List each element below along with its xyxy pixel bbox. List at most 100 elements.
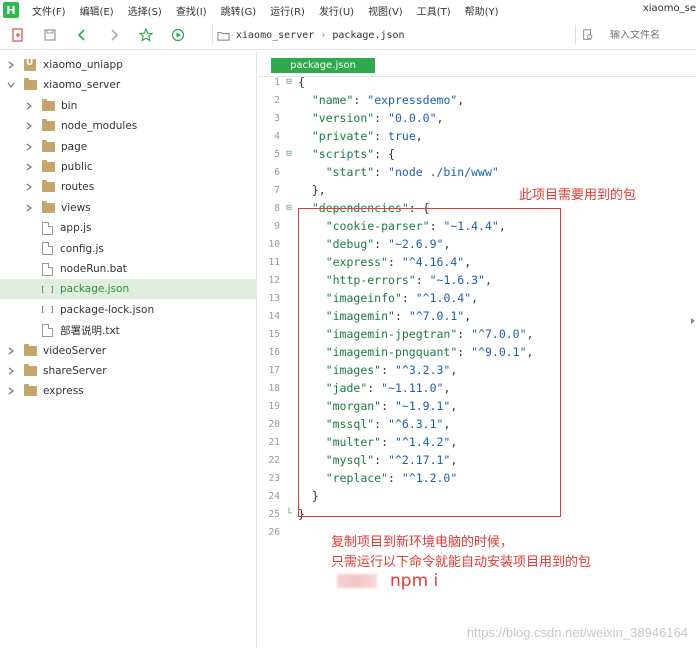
- menu-item[interactable]: 编辑(E): [73, 3, 121, 18]
- sidebar-item-label: config.js: [60, 242, 104, 255]
- folder-icon: [42, 119, 55, 132]
- line-number: 5: [274, 148, 280, 160]
- project-explorer: xiaomo_uniapp xiaomo_serverbin node_module…: [0, 51, 257, 648]
- code-line[interactable]: 4 "private": true,: [258, 127, 696, 145]
- menu-bar: H 文件(F) 编辑(E) 选择(S) 查找(I) 跳转(G) 运行(R) 发行(U) 视图(…: [0, 0, 696, 20]
- sidebar-item[interactable]: [ ] package.json: [0, 279, 257, 300]
- line-number: 9: [274, 220, 280, 232]
- sidebar-item[interactable]: page: [0, 137, 257, 157]
- code-text: {: [298, 75, 305, 89]
- chevron-right-icon[interactable]: [24, 142, 34, 152]
- sidebar-item-label: public: [61, 161, 93, 173]
- chevron-right-icon[interactable]: [24, 101, 34, 111]
- sidebar-item[interactable]: 部署说明.txt: [0, 320, 257, 340]
- sidebar-item[interactable]: views: [0, 198, 257, 218]
- npm-command: npm i: [390, 571, 439, 591]
- sidebar-item[interactable]: bin: [0, 96, 257, 116]
- chevron-right-icon[interactable]: [6, 386, 16, 396]
- chevron-right-icon[interactable]: [6, 60, 16, 70]
- star-icon[interactable]: [132, 23, 160, 47]
- chevron-right-icon[interactable]: [24, 203, 34, 213]
- menu-items: 文件(F) 编辑(E) 选择(S) 查找(I) 跳转(G) 运行(R) 发行(U) 视图(V)…: [25, 3, 506, 18]
- menu-item[interactable]: 跳转(G): [214, 3, 264, 18]
- menu-item[interactable]: 发行(U): [312, 3, 361, 18]
- folder-icon: [24, 384, 37, 397]
- sidebar-item[interactable]: config.js: [0, 239, 257, 259]
- line-number: 24: [268, 490, 280, 502]
- sidebar-item[interactable]: nodeRun.bat: [0, 259, 257, 279]
- fold-toggle-icon[interactable]: ⊟: [280, 77, 298, 87]
- sidebar-item-label: package.json: [60, 283, 130, 296]
- code-line[interactable]: 3 "version": "0.0.0",: [258, 109, 696, 127]
- line-number: 25: [268, 508, 280, 520]
- sidebar-item[interactable]: express: [0, 381, 257, 401]
- fold-toggle-icon[interactable]: ⊟: [280, 149, 298, 159]
- tab-package-json[interactable]: package.json: [271, 58, 375, 73]
- chevron-right-icon[interactable]: [24, 121, 34, 131]
- back-icon[interactable]: [68, 23, 96, 47]
- chevron-right-icon[interactable]: [6, 346, 16, 356]
- line-number: 3: [274, 112, 280, 124]
- code-line[interactable]: 5 ⊟ "scripts": {: [258, 145, 696, 163]
- sidebar-item[interactable]: public: [0, 157, 257, 177]
- sidebar-item[interactable]: app.js: [0, 218, 257, 238]
- sidebar-item[interactable]: routes: [0, 177, 257, 197]
- sidebar-item-label: package-lock.json: [60, 303, 155, 316]
- sidebar-item[interactable]: xiaomo_uniapp: [0, 55, 257, 75]
- line-number: 7: [274, 184, 280, 196]
- sidebar-item[interactable]: [ ] package-lock.json: [0, 300, 257, 320]
- dependencies-highlight-box: [298, 208, 561, 517]
- file-search: [575, 25, 696, 45]
- chevron-right-icon[interactable]: [24, 182, 34, 192]
- menu-item[interactable]: 视图(V): [361, 3, 410, 18]
- chevron-right-icon[interactable]: [6, 366, 16, 376]
- sidebar-item-label: page: [61, 140, 88, 153]
- line-number: 17: [268, 364, 280, 376]
- folder-icon: [24, 364, 37, 376]
- folder-icon: [24, 343, 37, 356]
- code-line[interactable]: 6 "start": "node ./bin/www": [258, 163, 696, 181]
- menu-item[interactable]: 文件(F): [25, 3, 73, 18]
- line-number: 16: [268, 346, 280, 358]
- line-number: 15: [268, 328, 280, 340]
- save-icon[interactable]: [36, 23, 64, 47]
- line-number: 10: [268, 238, 280, 250]
- menu-item[interactable]: 运行(R): [263, 3, 312, 18]
- code-line[interactable]: 2 "name": "expressdemo",: [258, 91, 696, 109]
- run-icon[interactable]: [164, 23, 192, 47]
- fold-toggle-icon[interactable]: └: [280, 509, 298, 519]
- code-text: },: [311, 183, 326, 197]
- line-number: 19: [268, 400, 280, 412]
- menu-item[interactable]: 帮助(Y): [458, 3, 506, 18]
- sidebar-item-label: 部署说明.txt: [60, 324, 120, 337]
- sidebar-item-label: videoServer: [43, 344, 107, 357]
- sidebar-item[interactable]: shareServer: [0, 361, 257, 381]
- sidebar-item-label: nodeRun.bat: [60, 263, 127, 275]
- line-number: 13: [268, 292, 280, 304]
- toolbar: xiaomo_server › package.json: [0, 20, 696, 50]
- menu-item[interactable]: 工具(T): [410, 3, 458, 18]
- fold-toggle-icon[interactable]: ⊟: [280, 203, 298, 213]
- scroll-caret-icon: [691, 318, 695, 324]
- line-number: 2: [274, 94, 280, 106]
- new-file-icon[interactable]: [4, 23, 32, 47]
- chevron-right-icon[interactable]: [24, 162, 34, 172]
- sidebar-item[interactable]: node_modules: [0, 116, 257, 136]
- file-search-input[interactable]: [610, 29, 696, 41]
- code-line[interactable]: 1 ⊟{: [258, 73, 696, 91]
- sidebar-item-label: node_modules: [61, 120, 138, 133]
- breadcrumb-project[interactable]: xiaomo_server: [236, 30, 314, 41]
- menu-item[interactable]: 查找(I): [169, 3, 214, 18]
- forward-icon[interactable]: [100, 23, 128, 47]
- chevron-down-icon[interactable]: [6, 80, 16, 90]
- file-icon: [42, 221, 53, 235]
- line-number: 20: [268, 418, 280, 430]
- sidebar-item[interactable]: xiaomo_server: [0, 75, 257, 95]
- sidebar-item-label: xiaomo_uniapp: [43, 59, 123, 71]
- breadcrumb-file[interactable]: package.json: [332, 30, 404, 41]
- sidebar-item[interactable]: videoServer: [0, 341, 257, 361]
- menu-item[interactable]: 选择(S): [121, 3, 169, 18]
